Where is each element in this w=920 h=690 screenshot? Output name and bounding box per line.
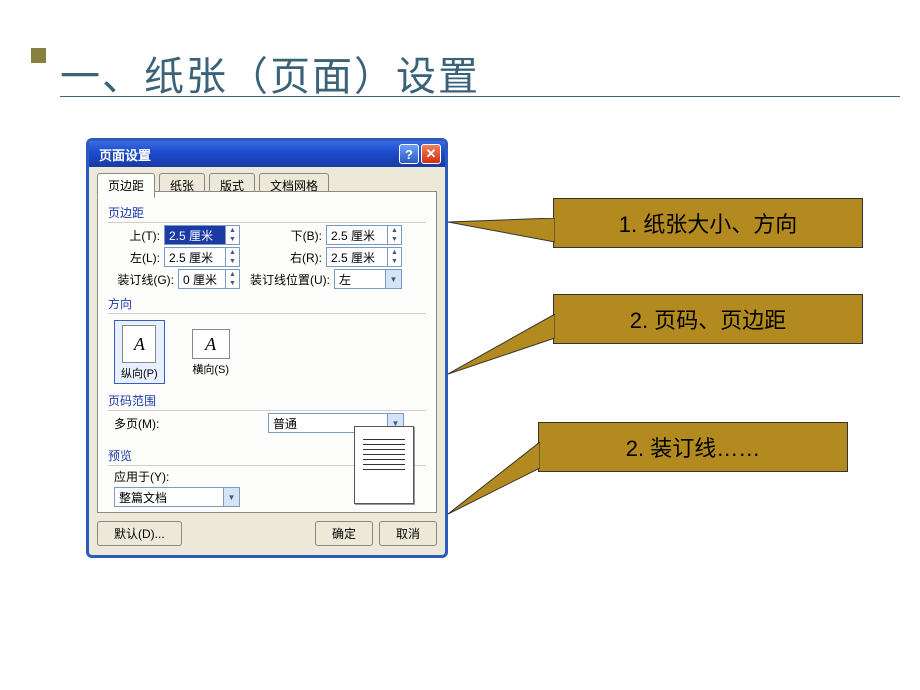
group-pages: 页码范围 (108, 392, 426, 411)
value-bottom: 2.5 厘米 (327, 226, 387, 244)
spinner-arrows-icon[interactable]: ▲▼ (387, 248, 401, 266)
input-bottom[interactable]: 2.5 厘米 ▲▼ (326, 225, 402, 245)
orientation-landscape-label: 横向(S) (192, 361, 229, 377)
value-gutter-pos: 左 (335, 270, 385, 288)
value-gutter: 0 厘米 (179, 270, 225, 288)
help-button[interactable]: ? (399, 144, 419, 164)
callout-2-tail (448, 314, 555, 384)
callout-1-text: 1. 纸张大小、方向 (619, 207, 797, 239)
landscape-icon: A (192, 329, 230, 359)
title-underline (60, 96, 900, 97)
dialog-title: 页面设置 (99, 145, 397, 164)
callout-2-text: 2. 页码、页边距 (630, 303, 786, 335)
label-multipage: 多页(M): (108, 415, 168, 432)
ok-button[interactable]: 确定 (315, 521, 373, 546)
callout-2: 2. 页码、页边距 (553, 294, 863, 344)
callout-3: 2. 装订线…… (538, 422, 848, 472)
label-bottom: 下(B): (270, 227, 322, 244)
input-top[interactable]: 2.5 厘米 ▲▼ (164, 225, 240, 245)
callout-3-text: 2. 装订线…… (626, 431, 760, 463)
dialog-titlebar[interactable]: 页面设置 ? ✕ (89, 141, 445, 167)
dropdown-arrow-icon[interactable]: ▼ (223, 488, 239, 506)
label-right: 右(R): (270, 249, 322, 266)
input-right[interactable]: 2.5 厘米 ▲▼ (326, 247, 402, 267)
spinner-arrows-icon[interactable]: ▲▼ (225, 226, 239, 244)
value-applyto: 整篇文档 (115, 488, 223, 506)
label-applyto: 应用于(Y): (108, 468, 188, 485)
label-gutter-pos: 装订线位置(U): (250, 271, 330, 288)
callout-1-tail (448, 218, 555, 258)
callout-1: 1. 纸张大小、方向 (553, 198, 863, 248)
slide-title: 一、纸张（页面）设置 (60, 44, 480, 102)
preview-page-icon (354, 426, 414, 504)
dialog-button-bar: 默认(D)... 确定 取消 (97, 519, 437, 547)
orientation-portrait[interactable]: A 纵向(P) (114, 320, 165, 384)
close-button[interactable]: ✕ (421, 144, 441, 164)
slide-marker (31, 48, 46, 63)
label-top: 上(T): (108, 227, 160, 244)
label-left: 左(L): (108, 249, 160, 266)
cancel-button[interactable]: 取消 (379, 521, 437, 546)
value-top: 2.5 厘米 (165, 226, 225, 244)
group-orientation: 方向 (108, 295, 426, 314)
spinner-arrows-icon[interactable]: ▲▼ (225, 270, 239, 288)
portrait-icon: A (122, 325, 156, 363)
callout-3-tail (448, 442, 540, 522)
tab-margins[interactable]: 页边距 (97, 173, 155, 198)
spinner-arrows-icon[interactable]: ▲▼ (225, 248, 239, 266)
dropdown-arrow-icon[interactable]: ▼ (385, 270, 401, 288)
value-right: 2.5 厘米 (327, 248, 387, 266)
tab-panel-margins: 页边距 上(T): 2.5 厘米 ▲▼ 下(B): 2.5 厘米 ▲▼ 左(L)… (97, 191, 437, 513)
combo-applyto[interactable]: 整篇文档 ▼ (114, 487, 240, 507)
orientation-portrait-label: 纵向(P) (121, 365, 158, 381)
group-margins: 页边距 (108, 204, 426, 223)
page-setup-dialog: 页面设置 ? ✕ 页边距 纸张 版式 文档网格 页边距 上(T): 2.5 厘米… (86, 138, 448, 558)
spinner-arrows-icon[interactable]: ▲▼ (387, 226, 401, 244)
value-left: 2.5 厘米 (165, 248, 225, 266)
combo-gutter-pos[interactable]: 左 ▼ (334, 269, 402, 289)
orientation-landscape[interactable]: A 横向(S) (185, 324, 237, 380)
label-gutter: 装订线(G): (108, 271, 174, 288)
input-gutter[interactable]: 0 厘米 ▲▼ (178, 269, 240, 289)
default-button[interactable]: 默认(D)... (97, 521, 182, 546)
input-left[interactable]: 2.5 厘米 ▲▼ (164, 247, 240, 267)
